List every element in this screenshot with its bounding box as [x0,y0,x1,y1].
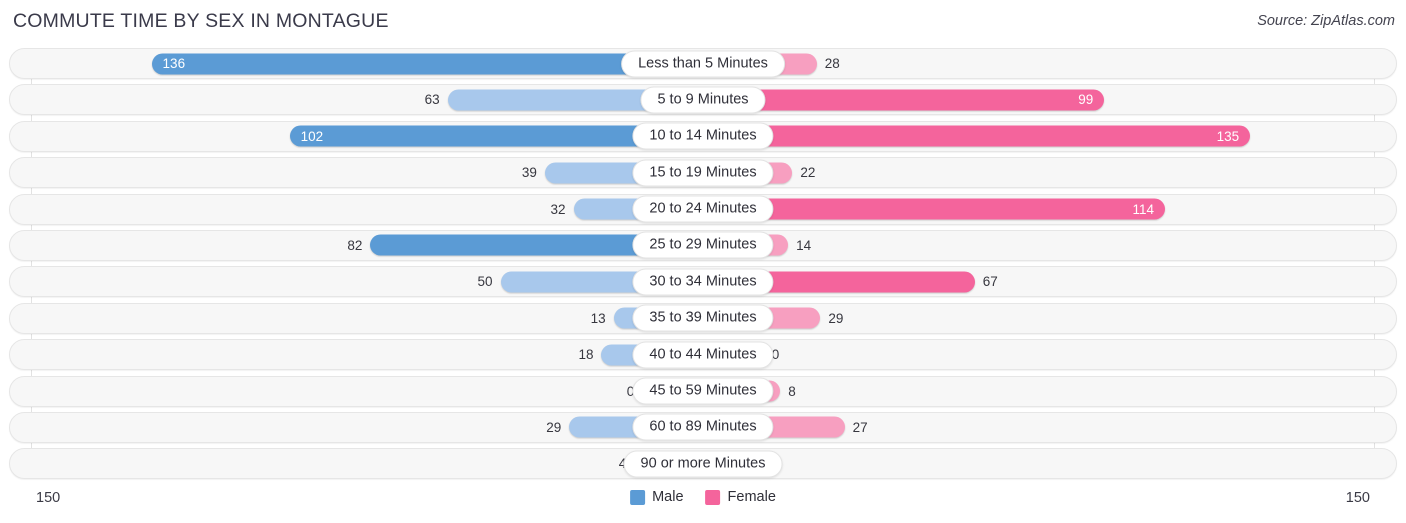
table-row: 39 22 15 to 19 Minutes [9,157,1397,189]
bar-female: 135 [703,125,1251,147]
legend-item-male[interactable]: Male [630,489,684,505]
bar-value-male: 50 [477,274,493,290]
table-row: 29 27 60 to 89 Minutes [9,411,1397,443]
category-label: 40 to 44 Minutes [632,341,774,369]
table-row: 50 67 30 to 34 Minutes [9,266,1397,298]
row-track: 29 27 60 to 89 Minutes [10,413,1396,442]
category-label: 15 to 19 Minutes [632,159,774,187]
table-row: 82 14 25 to 29 Minutes [9,229,1397,261]
category-label: Less than 5 Minutes [621,50,785,77]
legend-swatch-icon [705,489,721,505]
table-row: 63 99 5 to 9 Minutes [9,84,1397,116]
legend-label: Male [652,489,684,505]
bar-value-female: 14 [796,237,812,253]
row-track: 102 135 10 to 14 Minutes [10,122,1396,151]
axis-label-left: 150 [36,490,61,506]
bar-value-female: 135 [1216,128,1240,144]
category-label: 30 to 34 Minutes [632,268,774,296]
bar-value-female: 99 [1078,92,1094,108]
category-label: 45 to 59 Minutes [632,377,774,405]
bar-value-female: 114 [1132,201,1155,217]
chart-footer: 150 150 Male Female [0,484,1406,523]
bar-value-female: 67 [982,274,998,290]
category-label: 35 to 39 Minutes [632,304,774,332]
row-track: 13 29 35 to 39 Minutes [10,304,1396,333]
row-track: 32 114 20 to 24 Minutes [10,195,1396,224]
table-row: 0 8 45 to 59 Minutes [9,375,1397,407]
bar-value-female: 27 [852,419,868,435]
bar-value-male: 29 [546,419,562,435]
page-title: COMMUTE TIME BY SEX IN MONTAGUE [13,10,389,32]
bar-value-female: 28 [824,55,840,71]
legend-swatch-icon [630,489,646,505]
bar-value-male: 39 [521,164,537,180]
category-label: 25 to 29 Minutes [632,231,774,259]
legend-label: Female [727,489,776,505]
row-track: 18 0 40 to 44 Minutes [10,340,1396,369]
chart-legend: Male Female [630,489,776,505]
table-row: 18 0 40 to 44 Minutes [9,339,1397,371]
row-track: 4090 or more Minutes [10,449,1396,478]
bar-value-male: 13 [590,310,606,326]
bar-value-male: 82 [347,237,363,253]
source-attribution: Source: ZipAtlas.com [1257,13,1395,29]
category-label: 60 to 89 Minutes [632,413,774,441]
bar-rows: 136 28 Less than 5 Minutes 63 99 5 to 9 Minut… [0,48,1406,485]
bar-value-male: 18 [578,346,594,362]
table-row: 136 28 Less than 5 Minutes [9,48,1397,79]
row-track: 50 67 30 to 34 Minutes [10,267,1396,296]
row-track: 63 99 5 to 9 Minutes [10,85,1396,114]
bar-value-male: 63 [424,92,440,108]
chart-plot-area: 136 28 Less than 5 Minutes 63 99 5 to 9 Minut… [0,48,1406,484]
bar-value-male: 136 [162,55,186,71]
bar-value-female: 29 [828,310,844,326]
table-row: 102 135 10 to 14 Minutes [9,120,1397,152]
category-label: 90 or more Minutes [623,450,783,478]
row-track: 39 22 15 to 19 Minutes [10,158,1396,187]
legend-item-female[interactable]: Female [705,489,776,505]
row-track: 136 28 Less than 5 Minutes [10,49,1396,78]
table-row: 32 114 20 to 24 Minutes [9,193,1397,225]
bar-value-male: 32 [550,201,566,217]
bar-value-female: 22 [800,164,816,180]
bar-value-male: 102 [300,128,324,144]
table-row: 4090 or more Minutes [9,448,1397,480]
table-row: 13 29 35 to 39 Minutes [9,302,1397,334]
category-label: 5 to 9 Minutes [640,86,766,114]
row-track: 0 8 45 to 59 Minutes [10,377,1396,406]
axis-label-right: 150 [1345,490,1370,506]
category-label: 20 to 24 Minutes [632,195,774,223]
row-track: 82 14 25 to 29 Minutes [10,231,1396,260]
chart-header: COMMUTE TIME BY SEX IN MONTAGUE Source: … [0,0,1406,44]
category-label: 10 to 14 Minutes [632,122,774,150]
bar-value-female: 8 [788,383,796,399]
